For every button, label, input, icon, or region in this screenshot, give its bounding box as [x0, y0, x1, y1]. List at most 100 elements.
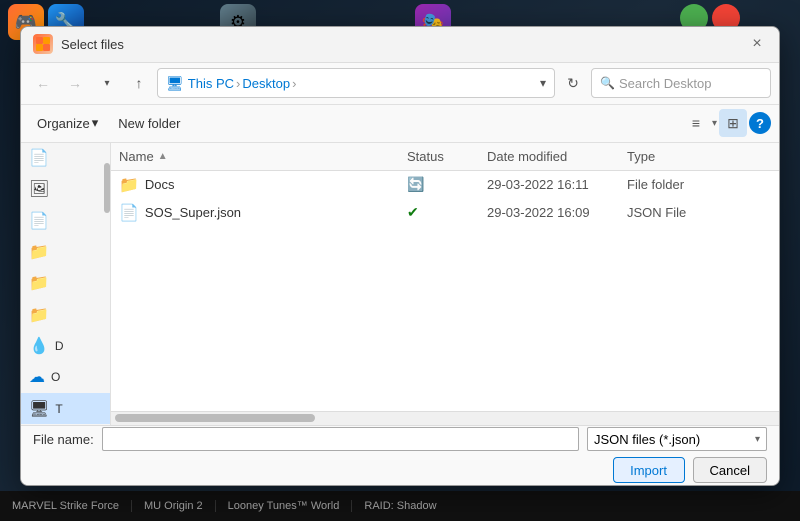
sidebar-icon-2: 📄 — [29, 211, 49, 231]
file-list-body: 📁 Docs 🔄 29-03-2022 16:11 File folder 📄 … — [111, 171, 779, 411]
address-bar[interactable]: 🖥 This PC › Desktop › ▾ — [157, 68, 555, 98]
file-status-docs: 🔄 — [407, 176, 487, 193]
file-name-json: 📄 SOS_Super.json — [119, 203, 407, 223]
filetype-chevron: ▾ — [755, 434, 760, 445]
help-icon: ? — [756, 116, 764, 131]
cancel-label: Cancel — [710, 463, 750, 478]
sync-icon-docs: 🔄 — [407, 176, 424, 192]
action-row: Import Cancel — [33, 457, 767, 483]
new-folder-button[interactable]: New folder — [110, 110, 188, 136]
main-content: 📄 🖼 📄 📁 📁 📁 💧 D ☁ O — [21, 143, 779, 425]
view-chevron: ▾ — [712, 118, 717, 129]
breadcrumb-desktop[interactable]: Desktop — [242, 76, 290, 91]
dropbox-icon: 💧 — [29, 336, 49, 356]
sidebar-item-3[interactable]: 📁 — [21, 236, 110, 267]
taskbar-item-4[interactable]: RAID: Shadow — [352, 500, 448, 512]
sidebar-item-dropbox[interactable]: 💧 D — [21, 330, 110, 361]
sidebar: 📄 🖼 📄 📁 📁 📁 💧 D ☁ O — [21, 143, 111, 425]
new-folder-label: New folder — [118, 116, 180, 131]
ok-icon-json: ✔ — [407, 204, 419, 220]
help-button[interactable]: ? — [749, 112, 771, 134]
organize-button[interactable]: Organize ▾ — [29, 110, 106, 136]
sidebar-label-d: D — [55, 339, 64, 353]
title-bar: Select files × — [21, 27, 779, 63]
sidebar-item-5[interactable]: 📁 — [21, 299, 110, 330]
search-placeholder: Search Desktop — [619, 76, 712, 91]
scrollbar-thumb[interactable] — [115, 414, 315, 422]
computer-icon: 🖥 — [29, 399, 49, 419]
onedrive-icon: ☁ — [29, 367, 45, 387]
col-status-label: Status — [407, 149, 444, 164]
file-list: Name ▲ Status Date modified Type 📁 — [111, 143, 779, 425]
file-icon-json: 📄 — [119, 203, 139, 223]
file-type-docs: File folder — [627, 177, 771, 192]
sidebar-item-onedrive[interactable]: ☁ O — [21, 362, 110, 393]
file-type-json: JSON File — [627, 205, 771, 220]
sort-indicator: ▲ — [158, 151, 168, 162]
col-type-header[interactable]: Type — [627, 149, 771, 164]
col-name-label: Name — [119, 149, 154, 164]
dropdown-button[interactable]: ▾ — [93, 69, 121, 97]
taskbar-item-1[interactable]: MARVEL Strike Force — [0, 500, 132, 512]
file-date-json: 29-03-2022 16:09 — [487, 205, 627, 220]
view-mode-icon: ≡ — [692, 115, 700, 131]
file-name-docs: 📁 Docs — [119, 175, 407, 195]
toolbar: Organize ▾ New folder ≡ ▾ ⊞ ? — [21, 105, 779, 143]
folder-icon: 🖥 — [166, 75, 184, 92]
taskbar-item-3[interactable]: Looney Tunes™ World — [216, 500, 353, 512]
sidebar-item-1[interactable]: 🖼 — [21, 174, 110, 205]
sidebar-label-t: T — [55, 402, 62, 416]
taskbar-item-2[interactable]: MU Origin 2 — [132, 500, 216, 512]
dialog-title: Select files — [61, 37, 747, 52]
sidebar-item-4[interactable]: 📁 — [21, 268, 110, 299]
folder-icon-docs: 📁 — [119, 175, 139, 195]
refresh-button[interactable]: ↻ — [559, 69, 587, 97]
organize-chevron: ▾ — [92, 115, 99, 131]
dialog-app-icon — [33, 34, 53, 54]
filename-row: File name: JSON files (*.json) ▾ — [33, 427, 767, 451]
close-button[interactable]: × — [747, 34, 767, 54]
filetype-label: JSON files (*.json) — [594, 432, 700, 447]
col-date-header[interactable]: Date modified — [487, 149, 627, 164]
bottom-bar: File name: JSON files (*.json) ▾ Import … — [21, 425, 779, 485]
col-type-label: Type — [627, 149, 655, 164]
breadcrumb: This PC › Desktop › — [188, 76, 297, 91]
horizontal-scrollbar[interactable] — [111, 411, 779, 425]
cancel-button[interactable]: Cancel — [693, 457, 767, 483]
col-status-header[interactable]: Status — [407, 149, 487, 164]
import-button[interactable]: Import — [613, 457, 685, 483]
sidebar-icon-1: 🖼 — [29, 179, 49, 199]
sidebar-icon-0: 📄 — [29, 148, 49, 168]
sidebar-folder-4: 📁 — [29, 273, 49, 293]
file-name-label-json: SOS_Super.json — [145, 205, 241, 220]
sidebar-item-0[interactable]: 📄 — [21, 143, 110, 174]
search-icon: 🔍 — [600, 76, 615, 90]
back-button[interactable]: ← — [29, 69, 57, 97]
col-name-header[interactable]: Name ▲ — [119, 149, 407, 164]
address-bar-row: ← → ▾ ↑ 🖥 This PC › Desktop › ▾ ↻ 🔍 Sear — [21, 63, 779, 105]
breadcrumb-thispc[interactable]: This PC — [188, 76, 234, 91]
col-date-label: Date modified — [487, 149, 567, 164]
sidebar-folder-3: 📁 — [29, 242, 49, 262]
up-button[interactable]: ↑ — [125, 69, 153, 97]
filename-input[interactable] — [102, 427, 579, 451]
file-status-json: ✔ — [407, 204, 487, 221]
file-name-label-docs: Docs — [145, 177, 175, 192]
address-chevron[interactable]: ▾ — [540, 76, 546, 90]
sidebar-scrollbar[interactable] — [104, 163, 110, 213]
organize-label: Organize — [37, 116, 90, 131]
file-list-header: Name ▲ Status Date modified Type — [111, 143, 779, 171]
file-row-json[interactable]: 📄 SOS_Super.json ✔ 29-03-2022 16:09 JSON… — [111, 199, 779, 227]
forward-button[interactable]: → — [61, 69, 89, 97]
pane-button[interactable]: ⊞ — [719, 109, 747, 137]
import-label: Import — [630, 463, 667, 478]
sidebar-item-2[interactable]: 📄 — [21, 205, 110, 236]
file-row-docs[interactable]: 📁 Docs 🔄 29-03-2022 16:11 File folder — [111, 171, 779, 199]
filename-label: File name: — [33, 432, 94, 447]
view-mode-button[interactable]: ≡ — [682, 109, 710, 137]
search-box[interactable]: 🔍 Search Desktop — [591, 68, 771, 98]
pane-icon: ⊞ — [727, 115, 739, 132]
filetype-select[interactable]: JSON files (*.json) ▾ — [587, 427, 767, 451]
file-date-docs: 29-03-2022 16:11 — [487, 177, 627, 192]
sidebar-item-thispc[interactable]: 🖥 T — [21, 393, 110, 424]
